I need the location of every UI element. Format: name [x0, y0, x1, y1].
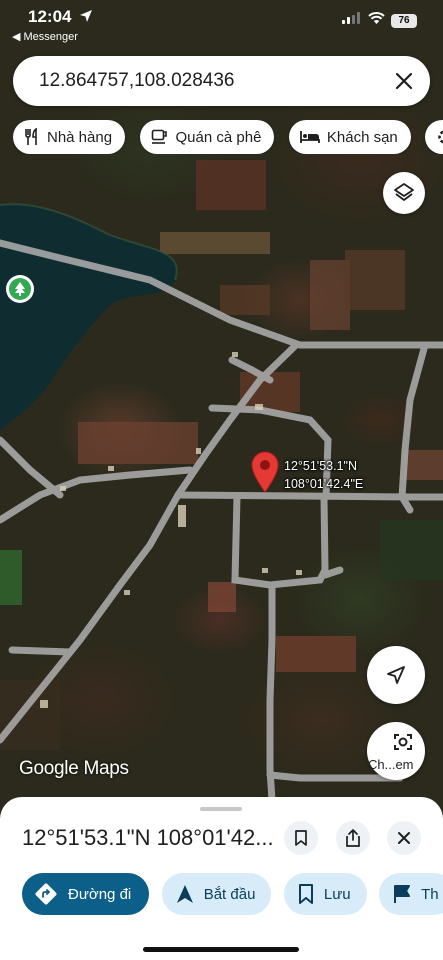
share-button[interactable] — [336, 821, 370, 855]
category-chips: Nhà hàng Quán cà phê Khách sạn Đ — [13, 120, 443, 154]
bookmark-icon — [298, 884, 313, 904]
share-icon — [346, 829, 360, 847]
location-pin-icon[interactable] — [251, 451, 279, 493]
chip-label: Nhà hàng — [47, 128, 113, 146]
navigation-arrow-icon — [387, 666, 405, 684]
chip-coffee[interactable]: Quán cà phê — [139, 120, 275, 154]
gear-icon — [438, 130, 443, 144]
coffee-icon — [151, 129, 167, 144]
directions-icon — [35, 883, 57, 905]
start-label: Bắt đầu — [203, 885, 256, 903]
more-action-label: Th — [421, 885, 439, 903]
save-label: Lưu — [323, 885, 351, 903]
save-button[interactable]: Lưu — [283, 873, 367, 915]
park-marker[interactable] — [6, 275, 34, 303]
search-bar[interactable]: 12.864757,108.028436 — [13, 56, 430, 106]
park-icon-bg — [9, 278, 31, 300]
place-bottom-sheet[interactable]: 12°51'53.1"N 108°01'42... Đường đi Bắt đ… — [0, 797, 443, 960]
action-buttons-row: Đường đi Bắt đầu Lưu Th — [22, 873, 443, 915]
close-icon[interactable] — [392, 69, 416, 93]
start-button[interactable]: Bắt đầu — [161, 873, 272, 915]
chip-more[interactable]: Đ — [425, 120, 443, 154]
lens-label: Ch...em — [368, 757, 414, 772]
cellular-signal-icon — [342, 12, 360, 24]
pin-coordinates-label: 12°51'53.1"N 108°01'42.4"E — [284, 457, 363, 493]
pin-longitude: 108°01'42.4"E — [284, 477, 364, 491]
chip-label: Khách sạn — [326, 128, 398, 146]
wifi-icon — [368, 12, 385, 24]
directions-label: Đường đi — [68, 885, 132, 903]
restaurant-icon — [25, 128, 37, 145]
pin-latitude: 12°51'53.1"N — [284, 459, 357, 473]
hotel-icon — [299, 131, 320, 143]
location-arrow-icon — [80, 10, 92, 22]
status-bar: 12:04 ◀ Messenger 76 — [0, 0, 443, 48]
close-icon — [398, 832, 410, 844]
sheet-grabber[interactable] — [200, 807, 242, 811]
status-time: 12:04 — [28, 7, 72, 26]
layers-button[interactable] — [383, 172, 425, 214]
my-location-button[interactable] — [367, 646, 425, 704]
search-query[interactable]: 12.864757,108.028436 — [39, 70, 234, 92]
save-round-button[interactable] — [284, 821, 318, 855]
chip-restaurants[interactable]: Nhà hàng — [13, 120, 126, 154]
flag-icon — [394, 885, 411, 903]
lens-search-button[interactable]: Ch...em — [367, 722, 425, 780]
navigation-arrow-icon — [176, 885, 193, 903]
chip-hotels[interactable]: Khách sạn — [288, 120, 411, 154]
google-maps-wordmark: Google Maps — [19, 758, 129, 779]
battery-indicator: 76 — [391, 14, 417, 28]
chip-label: Quán cà phê — [175, 128, 262, 146]
close-sheet-button[interactable] — [387, 821, 421, 855]
camera-lens-icon — [394, 734, 412, 750]
tree-icon — [15, 282, 25, 296]
bookmark-icon — [295, 830, 307, 846]
back-to-messenger-link[interactable]: ◀ Messenger — [12, 30, 78, 43]
more-action-button[interactable]: Th — [379, 873, 443, 915]
home-indicator — [143, 947, 299, 952]
directions-button[interactable]: Đường đi — [22, 873, 150, 915]
place-title: 12°51'53.1"N 108°01'42... — [22, 825, 274, 850]
layers-icon — [394, 183, 414, 201]
